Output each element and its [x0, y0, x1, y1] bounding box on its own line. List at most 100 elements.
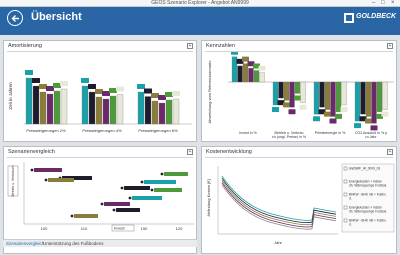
bar-value-label	[32, 78, 40, 83]
legend-entry: BHKW - BHK mit + Fußbo	[349, 193, 386, 197]
bar	[289, 81, 295, 108]
panel-title: Kennzahlen	[206, 43, 236, 49]
footer-tab-fussboden[interactable]: Unterstützung des Fußbodens	[43, 241, 104, 246]
scenario-label	[154, 188, 182, 192]
bar	[144, 96, 152, 125]
legend-entry: BHKW - BHK mit + Fußbo	[349, 219, 386, 223]
expand-button[interactable]: +	[187, 43, 193, 49]
scenario-point	[140, 180, 144, 184]
bar	[253, 70, 260, 83]
bar	[330, 81, 336, 117]
x-tick-label: 110	[81, 226, 88, 231]
bar-value-label	[88, 84, 96, 89]
panel-kennzahlen: Kennzahlen + Abweichung vom Referenzszen…	[201, 40, 397, 142]
x-tick-label-2: ch (ungl. Preise) in %	[272, 135, 307, 139]
footer-tabs: Szenarienvergleich Unterstützung des Fuß…	[3, 239, 197, 247]
bar-value-label	[340, 107, 348, 112]
window-title: GEOS Szenario Explorer - Angebot AN9999	[151, 0, 249, 6]
bar	[137, 91, 145, 125]
legend-entry-2: d.	[349, 223, 352, 227]
bar	[60, 88, 68, 125]
scenario-label	[132, 196, 162, 200]
bar-value-label	[294, 95, 301, 101]
scenario-label	[104, 202, 130, 206]
x-tick-label: 120	[176, 226, 183, 231]
x-tick-label: Preissteigerungen 4%	[82, 128, 122, 133]
scenario-label	[74, 214, 98, 218]
maximize-button[interactable]: □	[381, 0, 385, 7]
bar	[231, 56, 238, 83]
panel-title: Kostenentwicklung	[206, 149, 252, 155]
y-axis-label: Abfindung Kosten [€]	[206, 179, 211, 216]
legend-checkbox	[343, 218, 348, 223]
szenarienvergleich-chart: Betrieb u. Verbrauch 100 110 150 120 Invest	[7, 162, 194, 232]
back-button[interactable]	[7, 10, 23, 26]
panel-kostenentwicklung: Kostenentwicklung + Abfindung Kosten [€]…	[201, 146, 397, 254]
bar-value-label	[39, 84, 47, 89]
x-tick-label: Preissteigerungen 2%	[26, 128, 66, 133]
bar	[237, 65, 243, 83]
scenario-label	[144, 180, 176, 184]
legend-entry: ändSMF_Ht_0000_03	[349, 167, 380, 171]
x-tick-label: Preissteigerungen 6%	[138, 128, 178, 133]
bar	[319, 81, 325, 108]
panel-szenarienvergleich: Szenarienvergleich + Betrieb u. Verbrauc…	[3, 146, 197, 254]
legend-entry-2: dh. Wärmepumpe Fußbod.	[349, 210, 387, 214]
bar-value-label	[329, 118, 337, 124]
bar-value-label	[46, 86, 54, 91]
minimize-button[interactable]: –	[372, 0, 375, 7]
bar	[46, 93, 54, 125]
bar-value-label	[172, 91, 180, 96]
bar	[109, 95, 117, 125]
bar	[172, 98, 180, 125]
scenario-label	[164, 172, 188, 176]
bar-value-label	[242, 56, 249, 62]
amortisierung-chart: Zeit in Jahren Preissteigerungen 2% Preiss…	[8, 70, 192, 133]
scenario-point	[100, 202, 104, 206]
bar-value-label	[109, 88, 117, 93]
bar-value-label	[231, 52, 238, 55]
bar	[248, 68, 254, 83]
bar	[335, 81, 342, 113]
x-tick-label: 100	[41, 226, 48, 231]
bar-value-label	[288, 109, 296, 115]
bar	[32, 85, 40, 125]
legend-checkbox	[343, 192, 348, 197]
scenario-point	[120, 186, 124, 190]
scenario-label	[116, 208, 140, 212]
bar	[341, 81, 347, 106]
bar-value-label	[60, 81, 68, 86]
bar-value-label	[95, 89, 103, 94]
bar-value-label	[102, 91, 110, 96]
bar-value-label	[283, 102, 290, 108]
expand-button[interactable]: +	[387, 43, 393, 49]
brand-logo: GOLDBECK	[344, 12, 396, 24]
footer-tab-szenarienvergleich[interactable]: Szenarienvergleich	[6, 241, 44, 246]
bar	[158, 102, 166, 125]
bar-value-label	[81, 78, 89, 83]
scenario-label	[124, 186, 150, 190]
bar-value-label	[272, 107, 279, 112]
bar	[360, 81, 366, 115]
page-title: Übersicht	[31, 11, 82, 23]
legend-entry-2: dh. Wärmepumpe Fußbod.	[349, 184, 387, 188]
bar	[365, 81, 372, 117]
legend-checkbox	[343, 166, 348, 171]
x-tick-label-2: ro Jahr	[365, 135, 377, 139]
scenario-label	[34, 168, 62, 172]
expand-button[interactable]: +	[187, 149, 193, 155]
y-axis-label: Abweichung vom Referenzszenario	[207, 60, 212, 124]
expand-button[interactable]: +	[387, 149, 393, 155]
x-axis-label: Jahr	[274, 240, 282, 245]
bar-value-label	[158, 95, 166, 100]
bar-value-label	[116, 86, 124, 92]
scenario-label	[48, 178, 74, 182]
x-axis-select-label: Invest	[114, 226, 126, 231]
bar	[283, 81, 290, 101]
scenario-point	[30, 168, 34, 172]
bar	[259, 72, 265, 83]
kostenentwicklung-chart: Abfindung Kosten [€] Jahr ändSMF_Ht_0000_0…	[206, 163, 395, 245]
window-titlebar: GEOS Szenario Explorer - Angebot AN9999 …	[0, 0, 400, 7]
close-button[interactable]: ×	[391, 0, 395, 7]
bar	[151, 100, 159, 125]
